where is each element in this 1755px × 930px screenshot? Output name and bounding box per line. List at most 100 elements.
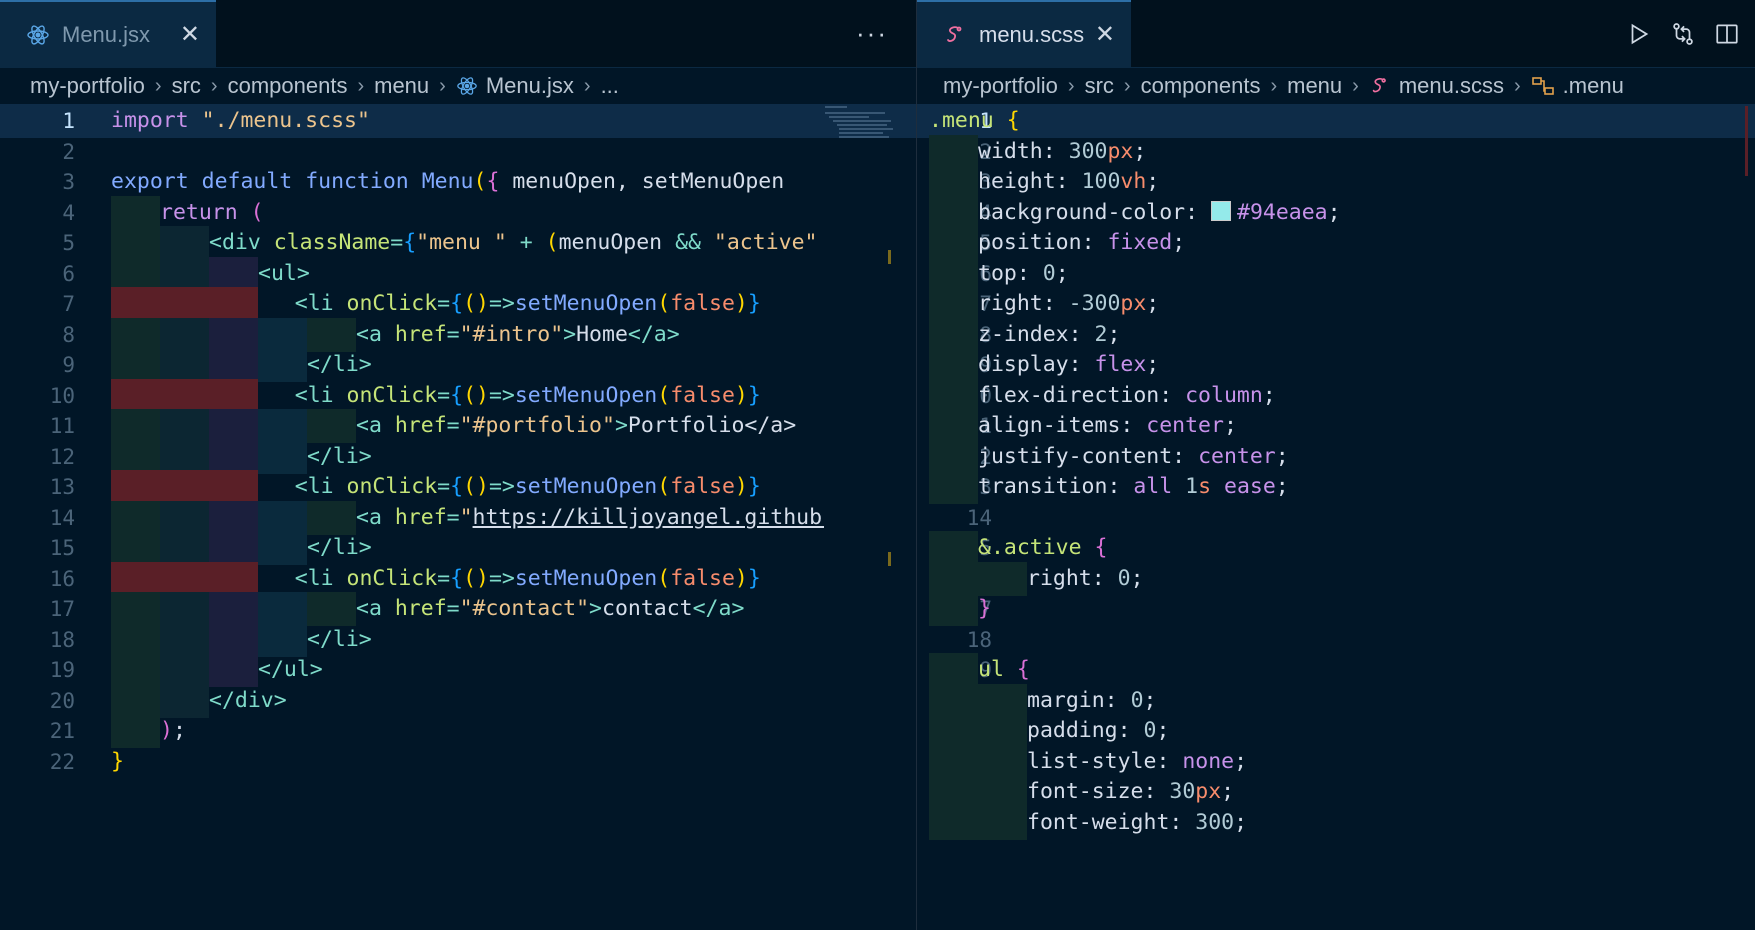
code-line[interactable]: 12 </li> xyxy=(0,439,916,474)
close-icon[interactable]: ✕ xyxy=(1095,20,1115,49)
breadcrumb-item[interactable]: src xyxy=(1085,73,1114,99)
code-token: a xyxy=(653,321,667,347)
tab-menu-scss[interactable]: menu.scss ✕ xyxy=(917,0,1131,67)
code-line[interactable]: 10 <li onClick={()=>setMenuOpen(false)} xyxy=(0,378,916,413)
breadcrumb-item[interactable]: components xyxy=(1141,73,1261,99)
indent-guide xyxy=(160,470,209,504)
breadcrumb-item[interactable]: menu.scss xyxy=(1399,73,1504,99)
code-line[interactable]: 6 top: 0; xyxy=(917,256,1755,291)
code-token: > xyxy=(666,321,680,347)
color-swatch[interactable] xyxy=(1211,200,1231,221)
code-line[interactable]: 22list-style: none; xyxy=(917,744,1755,779)
indent-guide xyxy=(160,531,209,565)
breadcrumb-item[interactable]: .menu xyxy=(1563,73,1624,99)
code-line[interactable]: 22} xyxy=(0,745,916,779)
code-line[interactable]: 10 flex-direction: column; xyxy=(917,378,1755,413)
code-text: display: flex; xyxy=(978,348,1745,382)
code-line[interactable]: 8 z-index: 2; xyxy=(917,317,1755,352)
code-line[interactable]: 8 <a href="#intro">Home</a> xyxy=(0,317,916,352)
minimap[interactable] xyxy=(825,104,903,144)
code-line[interactable]: 3 export default function Menu({ menuOpen… xyxy=(0,165,916,199)
more-icon: ··· xyxy=(856,18,888,48)
code-line[interactable]: 21); xyxy=(0,714,916,748)
breadcrumb-item[interactable]: components xyxy=(228,73,348,99)
code-line[interactable]: 12 justify-content: center; xyxy=(917,439,1755,474)
code-line[interactable]: 1 import "./menu.scss" xyxy=(0,104,916,138)
code-line[interactable]: 24font-weight: 300; xyxy=(917,805,1755,840)
code-line[interactable]: 7 <li onClick={()=>setMenuOpen(false)} xyxy=(0,287,916,321)
code-line[interactable]: 1 .menu { xyxy=(917,104,1755,138)
code-line[interactable]: 11 align-items: center; xyxy=(917,409,1755,443)
open-changes-button[interactable] xyxy=(1661,12,1705,56)
code-line[interactable]: 4 background-color: #94eaea; xyxy=(917,195,1755,230)
code-token: > xyxy=(309,657,323,682)
code-token: = xyxy=(446,504,460,530)
code-line[interactable]: 14 <a href="https://killjoyangel.github.i… xyxy=(0,500,916,535)
code-line[interactable]: 20 </div> xyxy=(0,683,916,718)
code-line[interactable]: 2 xyxy=(0,135,916,169)
tab-menu-jsx[interactable]: Menu.jsx ✕ xyxy=(0,0,216,67)
close-icon[interactable]: ✕ xyxy=(180,20,200,49)
code-text: flex-direction: column; xyxy=(978,379,1745,413)
more-actions-button[interactable]: ··· xyxy=(850,12,894,56)
code-line[interactable]: 3 height: 100vh; xyxy=(917,165,1755,199)
code-token: font-size xyxy=(1027,779,1144,804)
code-line[interactable]: 17 <a href="#contact">contact</a> xyxy=(0,592,916,626)
code-line[interactable]: 15 &.active { xyxy=(917,531,1755,565)
code-line[interactable]: 4 return ( xyxy=(0,195,916,230)
breadcrumb-item[interactable]: src xyxy=(172,73,201,99)
code-line[interactable]: 20margin: 0; xyxy=(917,683,1755,718)
code-line[interactable]: 5 <div className={"menu " + (menuOpen && … xyxy=(0,226,916,260)
code-token: default xyxy=(201,169,293,194)
code-line[interactable]: 2 width: 300px; xyxy=(917,134,1755,169)
indent-guide xyxy=(929,348,978,382)
code-line[interactable]: 19 ul { xyxy=(917,653,1755,687)
code-text: right: 0; xyxy=(1027,562,1745,596)
code-text: width: 300px; xyxy=(978,135,1745,169)
run-button[interactable] xyxy=(1617,12,1661,56)
code-line[interactable]: 15 </li> xyxy=(0,531,916,565)
code-line[interactable]: 6 <ul> xyxy=(0,256,916,291)
breadcrumb-item[interactable]: Menu.jsx xyxy=(486,73,574,99)
code-line[interactable]: 13 <li onClick={()=>setMenuOpen(false)} xyxy=(0,470,916,504)
breadcrumb-item[interactable]: my-portfolio xyxy=(30,73,145,99)
code-line[interactable]: 5 position: fixed; xyxy=(917,226,1755,260)
code-token: { xyxy=(450,382,464,408)
code-token: false xyxy=(670,565,735,591)
code-line[interactable]: 13 transition: all 1s ease; xyxy=(917,470,1755,504)
breadcrumb-item[interactable]: ... xyxy=(601,73,619,99)
indent-guide xyxy=(978,683,1027,718)
code-editor-scss[interactable]: 1 .menu {2 width: 300px; 3 height: 100vh; 4 ba… xyxy=(917,104,1755,930)
code-token: => xyxy=(488,474,515,499)
split-editor-button[interactable] xyxy=(1705,12,1749,56)
code-token: margin xyxy=(1027,687,1105,713)
line-number: 16 xyxy=(49,566,75,591)
code-token: = xyxy=(437,291,451,316)
code-line[interactable]: 17} xyxy=(917,592,1755,626)
code-line[interactable]: 18 </li> xyxy=(0,622,916,657)
code-text: z-index: 2; xyxy=(978,318,1745,352)
code-line[interactable]: 11 <a href="#portfolio">Portfolio</a> xyxy=(0,409,916,443)
breadcrumb-item[interactable]: menu xyxy=(374,73,429,99)
code-line[interactable]: 18 xyxy=(917,623,1755,657)
code-line[interactable]: 16 <li onClick={()=>setMenuOpen(false)} xyxy=(0,561,916,596)
breadcrumb-item[interactable]: my-portfolio xyxy=(943,73,1058,99)
code-line[interactable]: 16right: 0; xyxy=(917,561,1755,596)
code-token: </ xyxy=(692,596,719,621)
line-number: 14 xyxy=(966,505,992,530)
code-line[interactable]: 21padding: 0; xyxy=(917,714,1755,748)
code-line[interactable]: 19 </ul> xyxy=(0,653,916,687)
line-number: 12 xyxy=(49,444,75,469)
code-line[interactable]: 9 display: flex; xyxy=(917,348,1755,382)
code-line[interactable]: 9 </li> xyxy=(0,348,916,382)
code-editor-jsx[interactable]: 1 import "./menu.scss" 2 3 export default fu… xyxy=(0,104,916,930)
line-number: 10 xyxy=(49,383,75,408)
code-token: = xyxy=(437,382,451,408)
code-token: { xyxy=(450,565,464,591)
code-line[interactable]: 7 right: -300px; xyxy=(917,287,1755,321)
breadcrumb-item[interactable]: menu xyxy=(1287,73,1342,99)
code-line[interactable]: 23font-size: 30px; xyxy=(917,775,1755,809)
indent-guide xyxy=(160,378,209,413)
code-line[interactable]: 14 xyxy=(917,501,1755,535)
